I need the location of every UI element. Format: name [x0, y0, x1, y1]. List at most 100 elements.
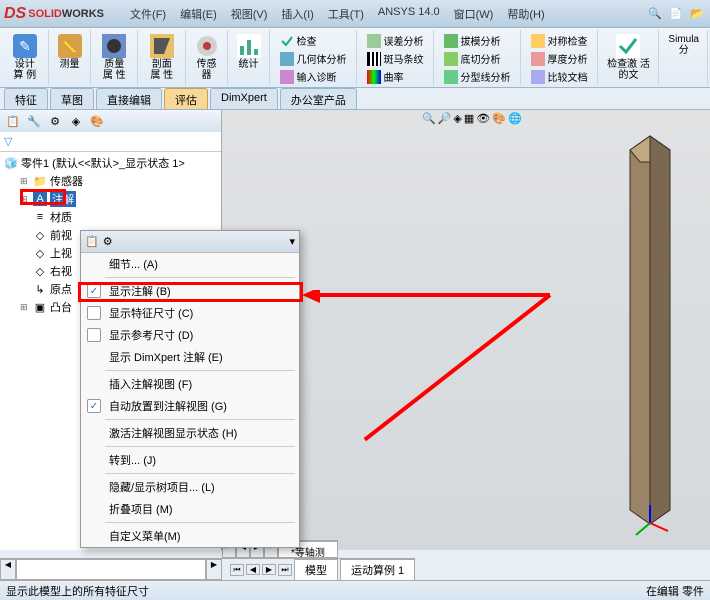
- menu-insert[interactable]: 插入(I): [275, 3, 319, 25]
- display-manager-tab-icon[interactable]: 🎨: [88, 112, 106, 130]
- ctx-hide-show-tree[interactable]: 隐藏/显示树项目... (L): [81, 476, 299, 498]
- ctx-details[interactable]: 细节... (A): [81, 253, 299, 275]
- view-toolbar: 🔍 🔎 ◈ ▦ 👁 🎨 🌐: [422, 112, 522, 125]
- tree-root[interactable]: 🧊 零件1 (默认<<默认>_显示状态 1>: [2, 154, 219, 172]
- filter-bar: ▽: [0, 132, 221, 152]
- geometry-analysis-button[interactable]: 几何体分析: [277, 50, 350, 67]
- expand-icon[interactable]: ⊞: [20, 302, 30, 313]
- bt-next[interactable]: ▶: [262, 564, 276, 575]
- extrude-icon: ▣: [33, 300, 47, 314]
- simulation-button[interactable]: Simula 分: [666, 32, 701, 58]
- symmetry-icon: [531, 34, 545, 48]
- ctx-dropdown-icon[interactable]: ▾: [289, 235, 295, 248]
- sensor-button[interactable]: 传感器: [193, 32, 221, 83]
- menu-bar: 文件(F) 编辑(E) 视图(V) 插入(I) 工具(T) ANSYS 14.0…: [124, 3, 551, 25]
- new-icon[interactable]: 📄: [667, 5, 685, 23]
- zebra-icon: [367, 52, 381, 66]
- bt-first[interactable]: ⏮: [230, 564, 244, 576]
- compare-docs-button[interactable]: 比较文档: [528, 68, 591, 85]
- status-left-text: 显示此模型上的所有特征尺寸: [6, 583, 149, 599]
- context-menu: 📋 ⚙ ▾ 细节... (A) ✓显示注解 (B) 显示特征尺寸 (C) 显示参…: [80, 230, 300, 548]
- context-menu-header: 📋 ⚙ ▾: [81, 231, 299, 253]
- ctx-insert-ann-view[interactable]: 插入注解视图 (F): [81, 373, 299, 395]
- zebra-button[interactable]: 斑马条纹: [364, 50, 427, 67]
- tab-dimxpert[interactable]: DimXpert: [210, 88, 278, 109]
- app-logo: DS SOLIDWORKS: [4, 5, 104, 23]
- tab-features[interactable]: 特征: [4, 88, 48, 109]
- ctx-customize-menu[interactable]: 自定义菜单(M): [81, 525, 299, 547]
- undercut-button[interactable]: 底切分析: [441, 50, 514, 67]
- feature-tree-tab-icon[interactable]: 📋: [4, 112, 22, 130]
- tab-direct-edit[interactable]: 直接编辑: [96, 88, 162, 109]
- curvature-button[interactable]: 曲率: [364, 68, 427, 85]
- scene-icon[interactable]: 🌐: [508, 112, 522, 125]
- measure-icon: 📏: [58, 34, 82, 58]
- zoom-area-icon[interactable]: 🔎: [438, 112, 452, 125]
- bt-last[interactable]: ⏭: [278, 564, 292, 576]
- check-button[interactable]: 检查: [277, 32, 350, 49]
- config-manager-tab-icon[interactable]: ⚙: [46, 112, 64, 130]
- partline-button[interactable]: 分型线分析: [441, 68, 514, 85]
- ctx-collapse-items[interactable]: 折叠项目 (M): [81, 498, 299, 520]
- dimxpert-manager-tab-icon[interactable]: ◈: [67, 112, 85, 130]
- tab-office[interactable]: 办公室产品: [280, 88, 357, 109]
- expand-icon[interactable]: ⊞: [20, 176, 30, 187]
- search-icon[interactable]: 🔍: [646, 5, 664, 23]
- menu-view[interactable]: 视图(V): [225, 3, 274, 25]
- tab-sketch[interactable]: 草图: [50, 88, 94, 109]
- filter-icon[interactable]: ▽: [4, 135, 12, 148]
- hexagonal-prism-model[interactable]: [620, 130, 680, 533]
- zoom-fit-icon[interactable]: 🔍: [422, 112, 436, 125]
- ctx-show-annotations[interactable]: ✓显示注解 (B): [81, 280, 299, 302]
- display-style-icon[interactable]: ▦: [464, 112, 474, 125]
- scroll-left[interactable]: ◀: [0, 559, 16, 580]
- ctx-auto-place-ann[interactable]: ✓自动放置到注解视图 (G): [81, 395, 299, 417]
- menu-window[interactable]: 窗口(W): [448, 3, 500, 25]
- scroll-track[interactable]: [16, 559, 206, 580]
- check-active-icon: [616, 34, 640, 58]
- measure-button[interactable]: 📏 测量: [56, 32, 84, 72]
- menu-edit[interactable]: 编辑(E): [174, 3, 223, 25]
- tab-evaluate[interactable]: 评估: [164, 88, 208, 109]
- ctx-icon[interactable]: 📋: [85, 235, 99, 248]
- bt-prev[interactable]: ◀: [246, 564, 260, 575]
- ctx-show-feature-dims[interactable]: 显示特征尺寸 (C): [81, 302, 299, 324]
- section-props-button[interactable]: 剖面属 性: [145, 32, 179, 83]
- expand-icon[interactable]: ⊞: [20, 194, 30, 205]
- menu-ansys[interactable]: ANSYS 14.0: [372, 3, 446, 25]
- menu-tools[interactable]: 工具(T): [322, 3, 370, 25]
- check-active-button[interactable]: 检查激 活的文: [605, 32, 653, 83]
- tab-motion-study[interactable]: 运动算例 1: [340, 559, 415, 581]
- hide-show-icon[interactable]: 👁: [476, 112, 490, 125]
- appearance-icon[interactable]: 🎨: [492, 112, 506, 125]
- tree-annotations[interactable]: ⊞ A 注解: [2, 190, 219, 208]
- error-diag-button[interactable]: 误差分析: [364, 32, 427, 49]
- thickness-button[interactable]: 厚度分析: [528, 50, 591, 67]
- menu-help[interactable]: 帮助(H): [501, 3, 550, 25]
- open-icon[interactable]: 📂: [688, 5, 706, 23]
- draft-analysis-button[interactable]: 拔模分析: [441, 32, 514, 49]
- geometry-icon: [280, 52, 294, 66]
- checkbox-icon: ✓: [87, 284, 101, 298]
- property-manager-tab-icon[interactable]: 🔧: [25, 112, 43, 130]
- scroll-right[interactable]: ▶: [206, 559, 222, 580]
- ctx-goto[interactable]: 转到... (J): [81, 449, 299, 471]
- design-study-button[interactable]: ✎ 设计算 例: [8, 32, 42, 83]
- stats-button[interactable]: 统计: [235, 32, 263, 72]
- undercut-icon: [444, 52, 458, 66]
- ctx-show-dimxpert[interactable]: 显示 DimXpert 注解 (E): [81, 346, 299, 368]
- ctx-activate-ann-state[interactable]: 激活注解视图显示状态 (H): [81, 422, 299, 444]
- ctx-show-ref-dims[interactable]: 显示参考尺寸 (D): [81, 324, 299, 346]
- input-diag-button[interactable]: 输入诊断: [277, 68, 350, 85]
- stats-icon: [237, 34, 261, 58]
- tree-material[interactable]: ≡ 材质: [2, 208, 219, 226]
- tree-sensors[interactable]: ⊞ 📁 传感器: [2, 172, 219, 190]
- mass-props-button[interactable]: 质量属 性: [98, 32, 132, 83]
- plane-icon: ◇: [33, 264, 47, 278]
- menu-file[interactable]: 文件(F): [124, 3, 172, 25]
- tab-model[interactable]: 模型: [294, 559, 338, 581]
- ctx-icon[interactable]: ⚙: [103, 235, 113, 248]
- symmetry-check-button[interactable]: 对称检查: [528, 32, 591, 49]
- section-icon: [150, 34, 174, 58]
- view-orient-icon[interactable]: ◈: [453, 112, 461, 125]
